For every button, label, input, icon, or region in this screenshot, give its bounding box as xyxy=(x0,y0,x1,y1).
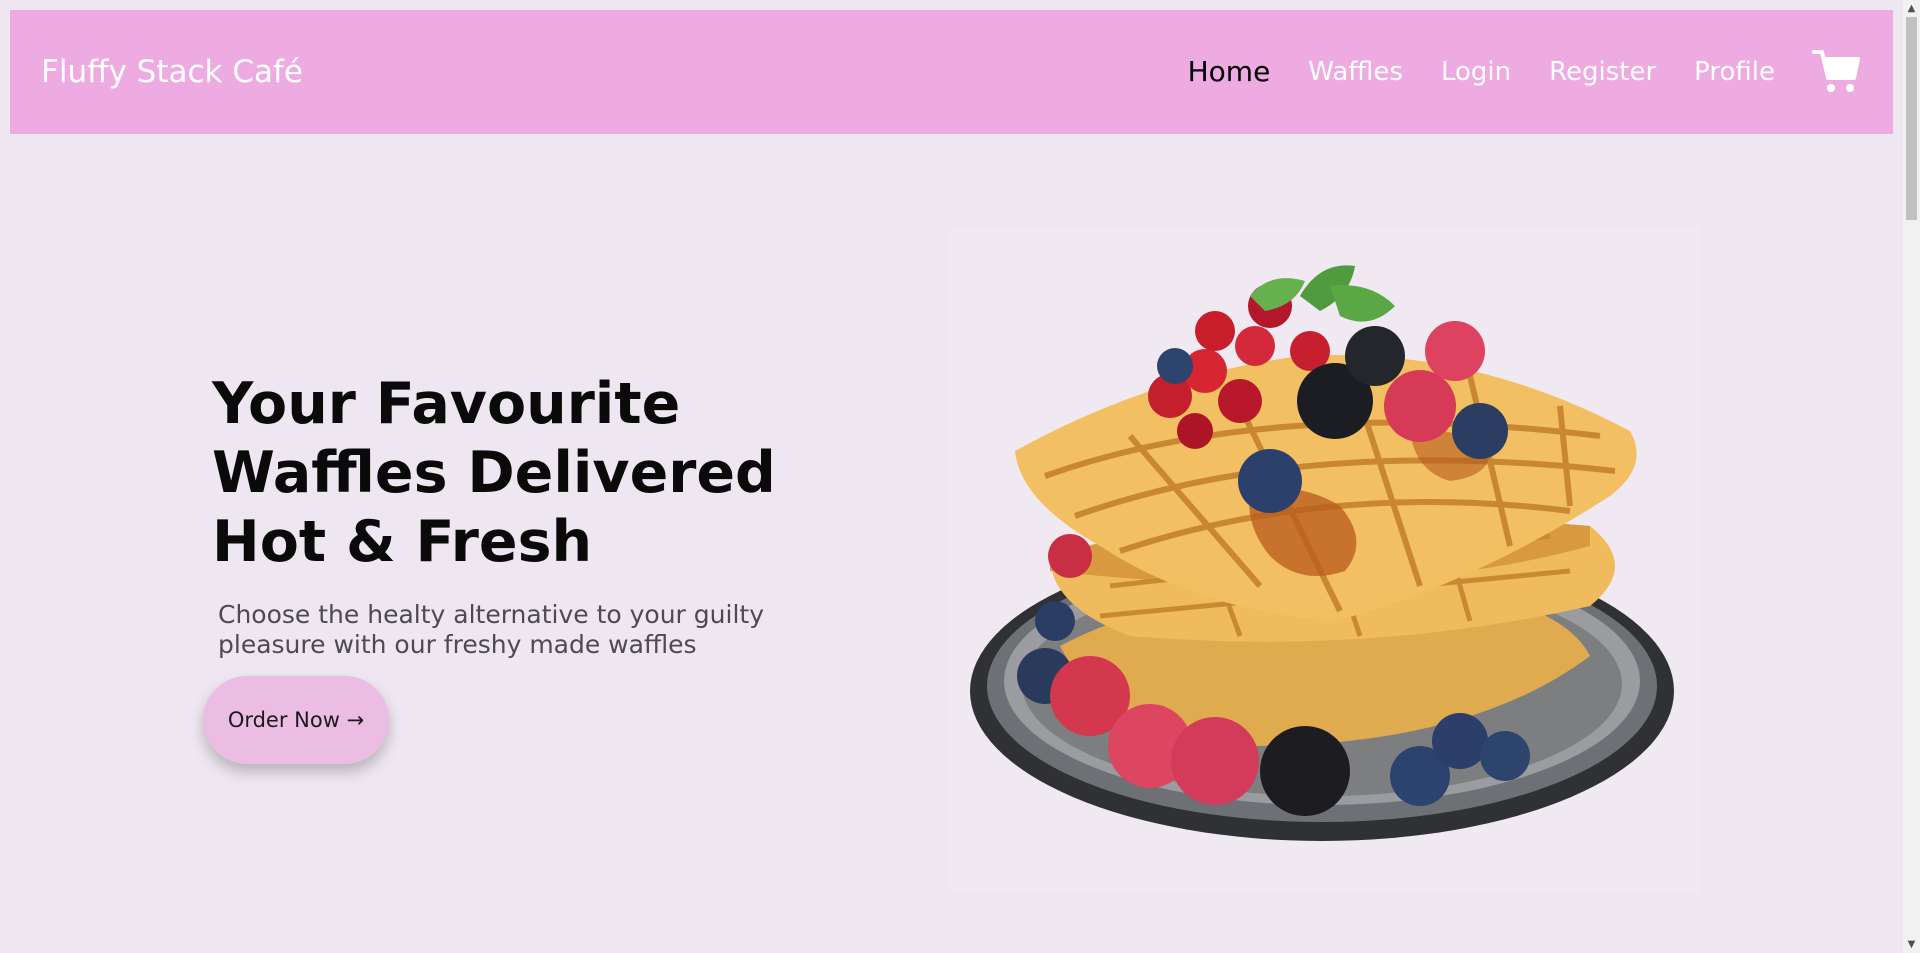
nav-link-waffles[interactable]: Waffles xyxy=(1308,54,1403,90)
nav-link-home[interactable]: Home xyxy=(1188,54,1271,90)
nav-link-register[interactable]: Register xyxy=(1549,54,1656,90)
brand-logo[interactable]: Fluffy Stack Café xyxy=(41,54,303,90)
navbar: Fluffy Stack Café Home Waffles Login Reg… xyxy=(10,10,1893,134)
hero-title: Your Favourite Waffles Delivered Hot & F… xyxy=(212,371,776,575)
nav-links: Home Waffles Login Register Profile xyxy=(1188,54,1775,90)
shopping-cart-icon[interactable] xyxy=(1812,48,1860,94)
waffle-stack-image xyxy=(950,226,1700,894)
order-now-button[interactable]: Order Now → xyxy=(203,676,389,764)
scroll-up-icon[interactable]: ▲ xyxy=(1903,0,1920,17)
vertical-scrollbar[interactable]: ▲ ▼ xyxy=(1903,0,1920,953)
hero-subtitle: Choose the healty alternative to your gu… xyxy=(218,600,764,659)
nav-link-profile[interactable]: Profile xyxy=(1694,54,1775,90)
nav-link-login[interactable]: Login xyxy=(1441,54,1511,90)
scroll-down-icon[interactable]: ▼ xyxy=(1903,936,1920,953)
page: Fluffy Stack Café Home Waffles Login Reg… xyxy=(0,0,1920,953)
scroll-thumb[interactable] xyxy=(1906,17,1917,220)
